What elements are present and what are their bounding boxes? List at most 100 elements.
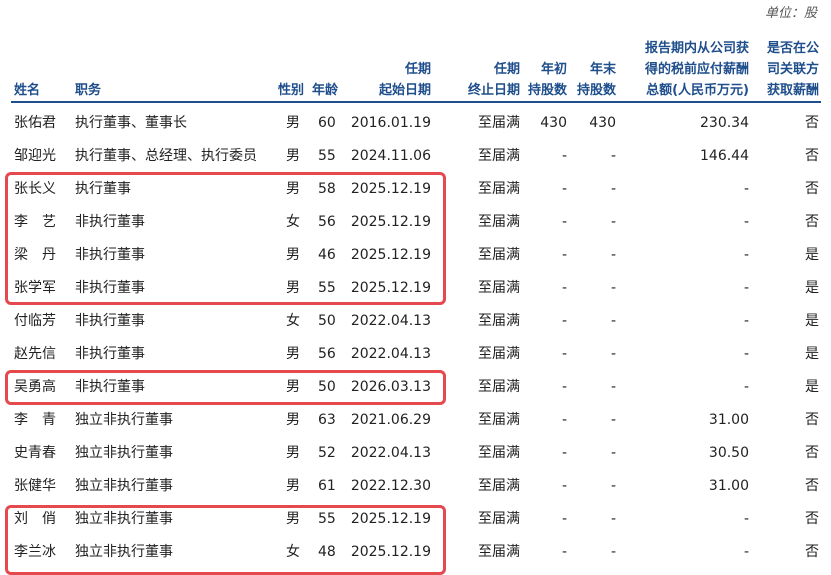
header-compensation-1: 报告期内从公司获 bbox=[644, 41, 749, 56]
cell-position: 独立非执行董事 bbox=[75, 412, 173, 428]
header-term-end-1: 任期 bbox=[493, 62, 520, 77]
cell-related-pay: 否 bbox=[805, 478, 819, 494]
cell-shares-begin: - bbox=[561, 412, 567, 428]
cell-compensation: - bbox=[743, 313, 749, 329]
cell-shares-end: - bbox=[610, 313, 616, 329]
cell-term-end: 至届满 bbox=[478, 412, 520, 428]
cell-age: 55 bbox=[318, 280, 336, 296]
header-compensation-3: 总额(人民币万元) bbox=[646, 83, 749, 98]
cell-name: 李 青 bbox=[14, 412, 56, 428]
cell-shares-begin: - bbox=[561, 280, 567, 296]
cell-related-pay: 否 bbox=[805, 445, 819, 461]
cell-position: 独立非执行董事 bbox=[75, 511, 173, 527]
table-row: 史青春 独立非执行董事 男 52 2022.04.13 至届满 - - 30.50 否 bbox=[0, 437, 831, 470]
table-row: 张佑君 执行董事、董事长 男 60 2016.01.19 至届满 430 430 230.34 否 bbox=[0, 107, 831, 140]
cell-gender: 男 bbox=[286, 445, 300, 461]
cell-shares-begin: - bbox=[561, 313, 567, 329]
cell-shares-end: - bbox=[610, 214, 616, 230]
cell-shares-end: - bbox=[610, 412, 616, 428]
cell-shares-begin: - bbox=[561, 346, 567, 362]
cell-compensation: - bbox=[743, 280, 749, 296]
header-related-2: 司关联方 bbox=[766, 62, 819, 77]
cell-shares-begin: - bbox=[561, 511, 567, 527]
cell-compensation: - bbox=[743, 379, 749, 395]
cell-gender: 女 bbox=[286, 544, 300, 560]
cell-position: 非执行董事 bbox=[75, 214, 145, 230]
cell-shares-begin: - bbox=[561, 478, 567, 494]
cell-related-pay: 否 bbox=[805, 115, 819, 131]
cell-age: 63 bbox=[318, 412, 336, 428]
cell-term-end: 至届满 bbox=[478, 445, 520, 461]
cell-compensation: - bbox=[743, 214, 749, 230]
cell-gender: 女 bbox=[286, 313, 300, 329]
header-term-end-2: 终止日期 bbox=[467, 83, 520, 98]
cell-shares-begin: - bbox=[561, 445, 567, 461]
header-shares-begin-1: 年初 bbox=[540, 62, 567, 77]
cell-gender: 男 bbox=[286, 115, 300, 131]
cell-compensation: 230.34 bbox=[700, 115, 749, 131]
cell-age: 60 bbox=[318, 115, 336, 131]
cell-age: 48 bbox=[318, 544, 336, 560]
table-row: 张长义 执行董事 男 58 2025.12.19 至届满 - - - 否 bbox=[0, 173, 831, 206]
cell-related-pay: 否 bbox=[805, 511, 819, 527]
cell-term-start: 2022.04.13 bbox=[350, 346, 431, 362]
header-term-start-2: 起始日期 bbox=[378, 83, 431, 98]
cell-shares-begin: - bbox=[561, 148, 567, 164]
header-divider bbox=[11, 101, 821, 103]
cell-name: 张佑君 bbox=[14, 115, 56, 131]
table-row: 张学军 非执行董事 男 55 2025.12.19 至届满 - - - 是 bbox=[0, 272, 831, 305]
cell-term-start: 2022.12.30 bbox=[350, 478, 431, 494]
cell-term-start: 2016.01.19 bbox=[350, 115, 431, 131]
cell-shares-begin: - bbox=[561, 544, 567, 560]
header-compensation-2: 得的税前应付薪酬 bbox=[644, 62, 749, 77]
table-row: 李 艺 非执行董事 女 56 2025.12.19 至届满 - - - 否 bbox=[0, 206, 831, 239]
cell-term-end: 至届满 bbox=[478, 247, 520, 263]
cell-gender: 男 bbox=[286, 148, 300, 164]
cell-name: 梁 丹 bbox=[14, 247, 56, 263]
cell-age: 50 bbox=[318, 313, 336, 329]
table-row: 刘 俏 独立非执行董事 男 55 2025.12.19 至届满 - - - 否 bbox=[0, 503, 831, 536]
cell-gender: 男 bbox=[286, 412, 300, 428]
cell-term-start: 2025.12.19 bbox=[350, 280, 431, 296]
header-term-start-1: 任期 bbox=[404, 62, 431, 77]
header-related-3: 获取薪酬 bbox=[766, 83, 819, 98]
header-gender: 性别 bbox=[278, 83, 305, 98]
cell-gender: 男 bbox=[286, 478, 300, 494]
cell-age: 50 bbox=[318, 379, 336, 395]
cell-position: 非执行董事 bbox=[75, 346, 145, 362]
cell-age: 55 bbox=[318, 148, 336, 164]
cell-related-pay: 否 bbox=[805, 181, 819, 197]
cell-compensation: - bbox=[743, 181, 749, 197]
table-row: 李 青 独立非执行董事 男 63 2021.06.29 至届满 - - 31.00 否 bbox=[0, 404, 831, 437]
cell-position: 执行董事、董事长 bbox=[75, 115, 187, 131]
header-position: 职务 bbox=[75, 83, 102, 98]
cell-name: 张学军 bbox=[14, 280, 56, 296]
header-shares-begin-2: 持股数 bbox=[527, 83, 567, 98]
cell-term-end: 至届满 bbox=[478, 115, 520, 131]
table-row: 梁 丹 非执行董事 男 46 2025.12.19 至届满 - - - 是 bbox=[0, 239, 831, 272]
cell-age: 46 bbox=[318, 247, 336, 263]
cell-compensation: 31.00 bbox=[708, 412, 749, 428]
cell-gender: 男 bbox=[286, 511, 300, 527]
cell-compensation: - bbox=[743, 346, 749, 362]
cell-position: 独立非执行董事 bbox=[75, 544, 173, 560]
cell-name: 张健华 bbox=[14, 478, 56, 494]
cell-term-start: 2022.04.13 bbox=[350, 445, 431, 461]
cell-position: 独立非执行董事 bbox=[75, 478, 173, 494]
cell-compensation: 146.44 bbox=[700, 148, 749, 164]
cell-age: 55 bbox=[318, 511, 336, 527]
cell-term-end: 至届满 bbox=[478, 280, 520, 296]
cell-position: 非执行董事 bbox=[75, 280, 145, 296]
cell-name: 张长义 bbox=[14, 181, 56, 197]
cell-related-pay: 否 bbox=[805, 412, 819, 428]
cell-gender: 男 bbox=[286, 346, 300, 362]
cell-position: 执行董事 bbox=[75, 181, 131, 197]
cell-gender: 男 bbox=[286, 181, 300, 197]
cell-name: 邹迎光 bbox=[14, 148, 56, 164]
cell-related-pay: 是 bbox=[805, 280, 819, 296]
cell-term-end: 至届满 bbox=[478, 379, 520, 395]
header-shares-end-2: 持股数 bbox=[576, 83, 616, 98]
cell-age: 56 bbox=[318, 214, 336, 230]
cell-term-end: 至届满 bbox=[478, 313, 520, 329]
cell-related-pay: 否 bbox=[805, 214, 819, 230]
